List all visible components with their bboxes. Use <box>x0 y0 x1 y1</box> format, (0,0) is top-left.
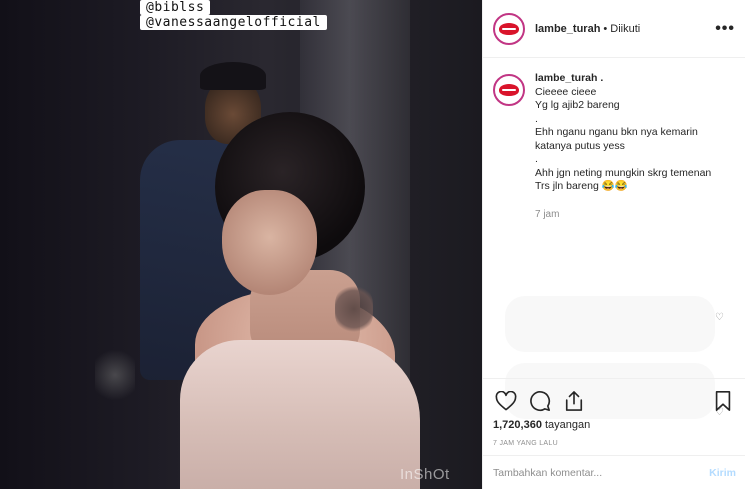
share-icon[interactable] <box>561 388 587 414</box>
more-options-icon[interactable]: ••• <box>715 20 735 38</box>
caption-line: . <box>535 153 538 165</box>
lips-logo-icon <box>499 22 519 35</box>
subject-tattoo <box>335 285 373 333</box>
avatar-image <box>497 16 521 41</box>
caption-username[interactable]: lambe_turah . <box>535 72 711 86</box>
action-icons <box>493 387 736 415</box>
post-actions: 1,720,360 tayangan 7 JAM YANG LALU <box>483 378 745 447</box>
background-person-cap <box>200 62 266 90</box>
caption-line: Ehh nganu nganu bkn nya kemarin <box>535 126 698 138</box>
caption: lambe_turah . Cieeee cieee Yg lg ajib2 b… <box>493 72 735 221</box>
caption-line: Cieeee cieee <box>535 85 597 98</box>
blurred-comment <box>505 296 715 352</box>
overlay-tag-vanessa: @vanessaangelofficial <box>140 15 327 30</box>
avatar[interactable] <box>493 12 525 45</box>
header-username[interactable]: lambe_turah <box>535 23 600 35</box>
overlay-tag-biblss: @biblss <box>140 0 211 15</box>
caption-timestamp: 7 jam <box>535 208 560 220</box>
view-count[interactable]: 1,720,360 tayangan <box>493 419 736 431</box>
caption-line: katanya putus yess <box>535 139 625 152</box>
subject-face <box>222 190 317 295</box>
follow-status[interactable]: Diikuti <box>610 23 640 35</box>
caption-line: . <box>535 112 538 125</box>
caption-avatar-image <box>497 78 521 102</box>
post-comment-button[interactable]: Kirim <box>709 467 736 479</box>
post-video[interactable]: @biblss @vanessaangelofficial InShOt <box>0 0 482 489</box>
caption-body: lambe_turah . Cieeee cieee Yg lg ajib2 b… <box>535 72 711 221</box>
heart-icon[interactable] <box>493 388 519 414</box>
posted-time: 7 JAM YANG LALU <box>493 440 558 447</box>
comment-like-icon[interactable]: ♡ <box>715 313 725 323</box>
header-separator: • <box>603 22 608 35</box>
comment-form: Kirim <box>483 455 745 489</box>
caption-line: Ahh jgn neting mungkin skrg temenan <box>535 166 712 179</box>
caption-line: Yg lg ajib2 bareng <box>535 99 620 111</box>
comment-input[interactable] <box>493 466 710 479</box>
background-lights <box>95 345 135 405</box>
lips-logo-icon <box>499 84 519 96</box>
view-count-label: tayangan <box>545 419 591 431</box>
post-header: lambe_turah • Diikuti ••• <box>483 0 745 58</box>
post-side-panel: lambe_turah • Diikuti ••• lambe_turah . … <box>482 0 745 489</box>
caption-avatar[interactable] <box>493 74 525 106</box>
bookmark-icon[interactable] <box>710 388 736 414</box>
view-count-number: 1,720,360 <box>493 419 542 431</box>
caption-line: Trs jln bareng 😂😂 <box>535 180 628 192</box>
comments-area: lambe_turah . Cieeee cieee Yg lg ajib2 b… <box>483 58 745 419</box>
inshot-watermark: InShOt <box>400 466 450 483</box>
comment-icon[interactable] <box>527 388 553 414</box>
subject-dress <box>180 340 420 489</box>
